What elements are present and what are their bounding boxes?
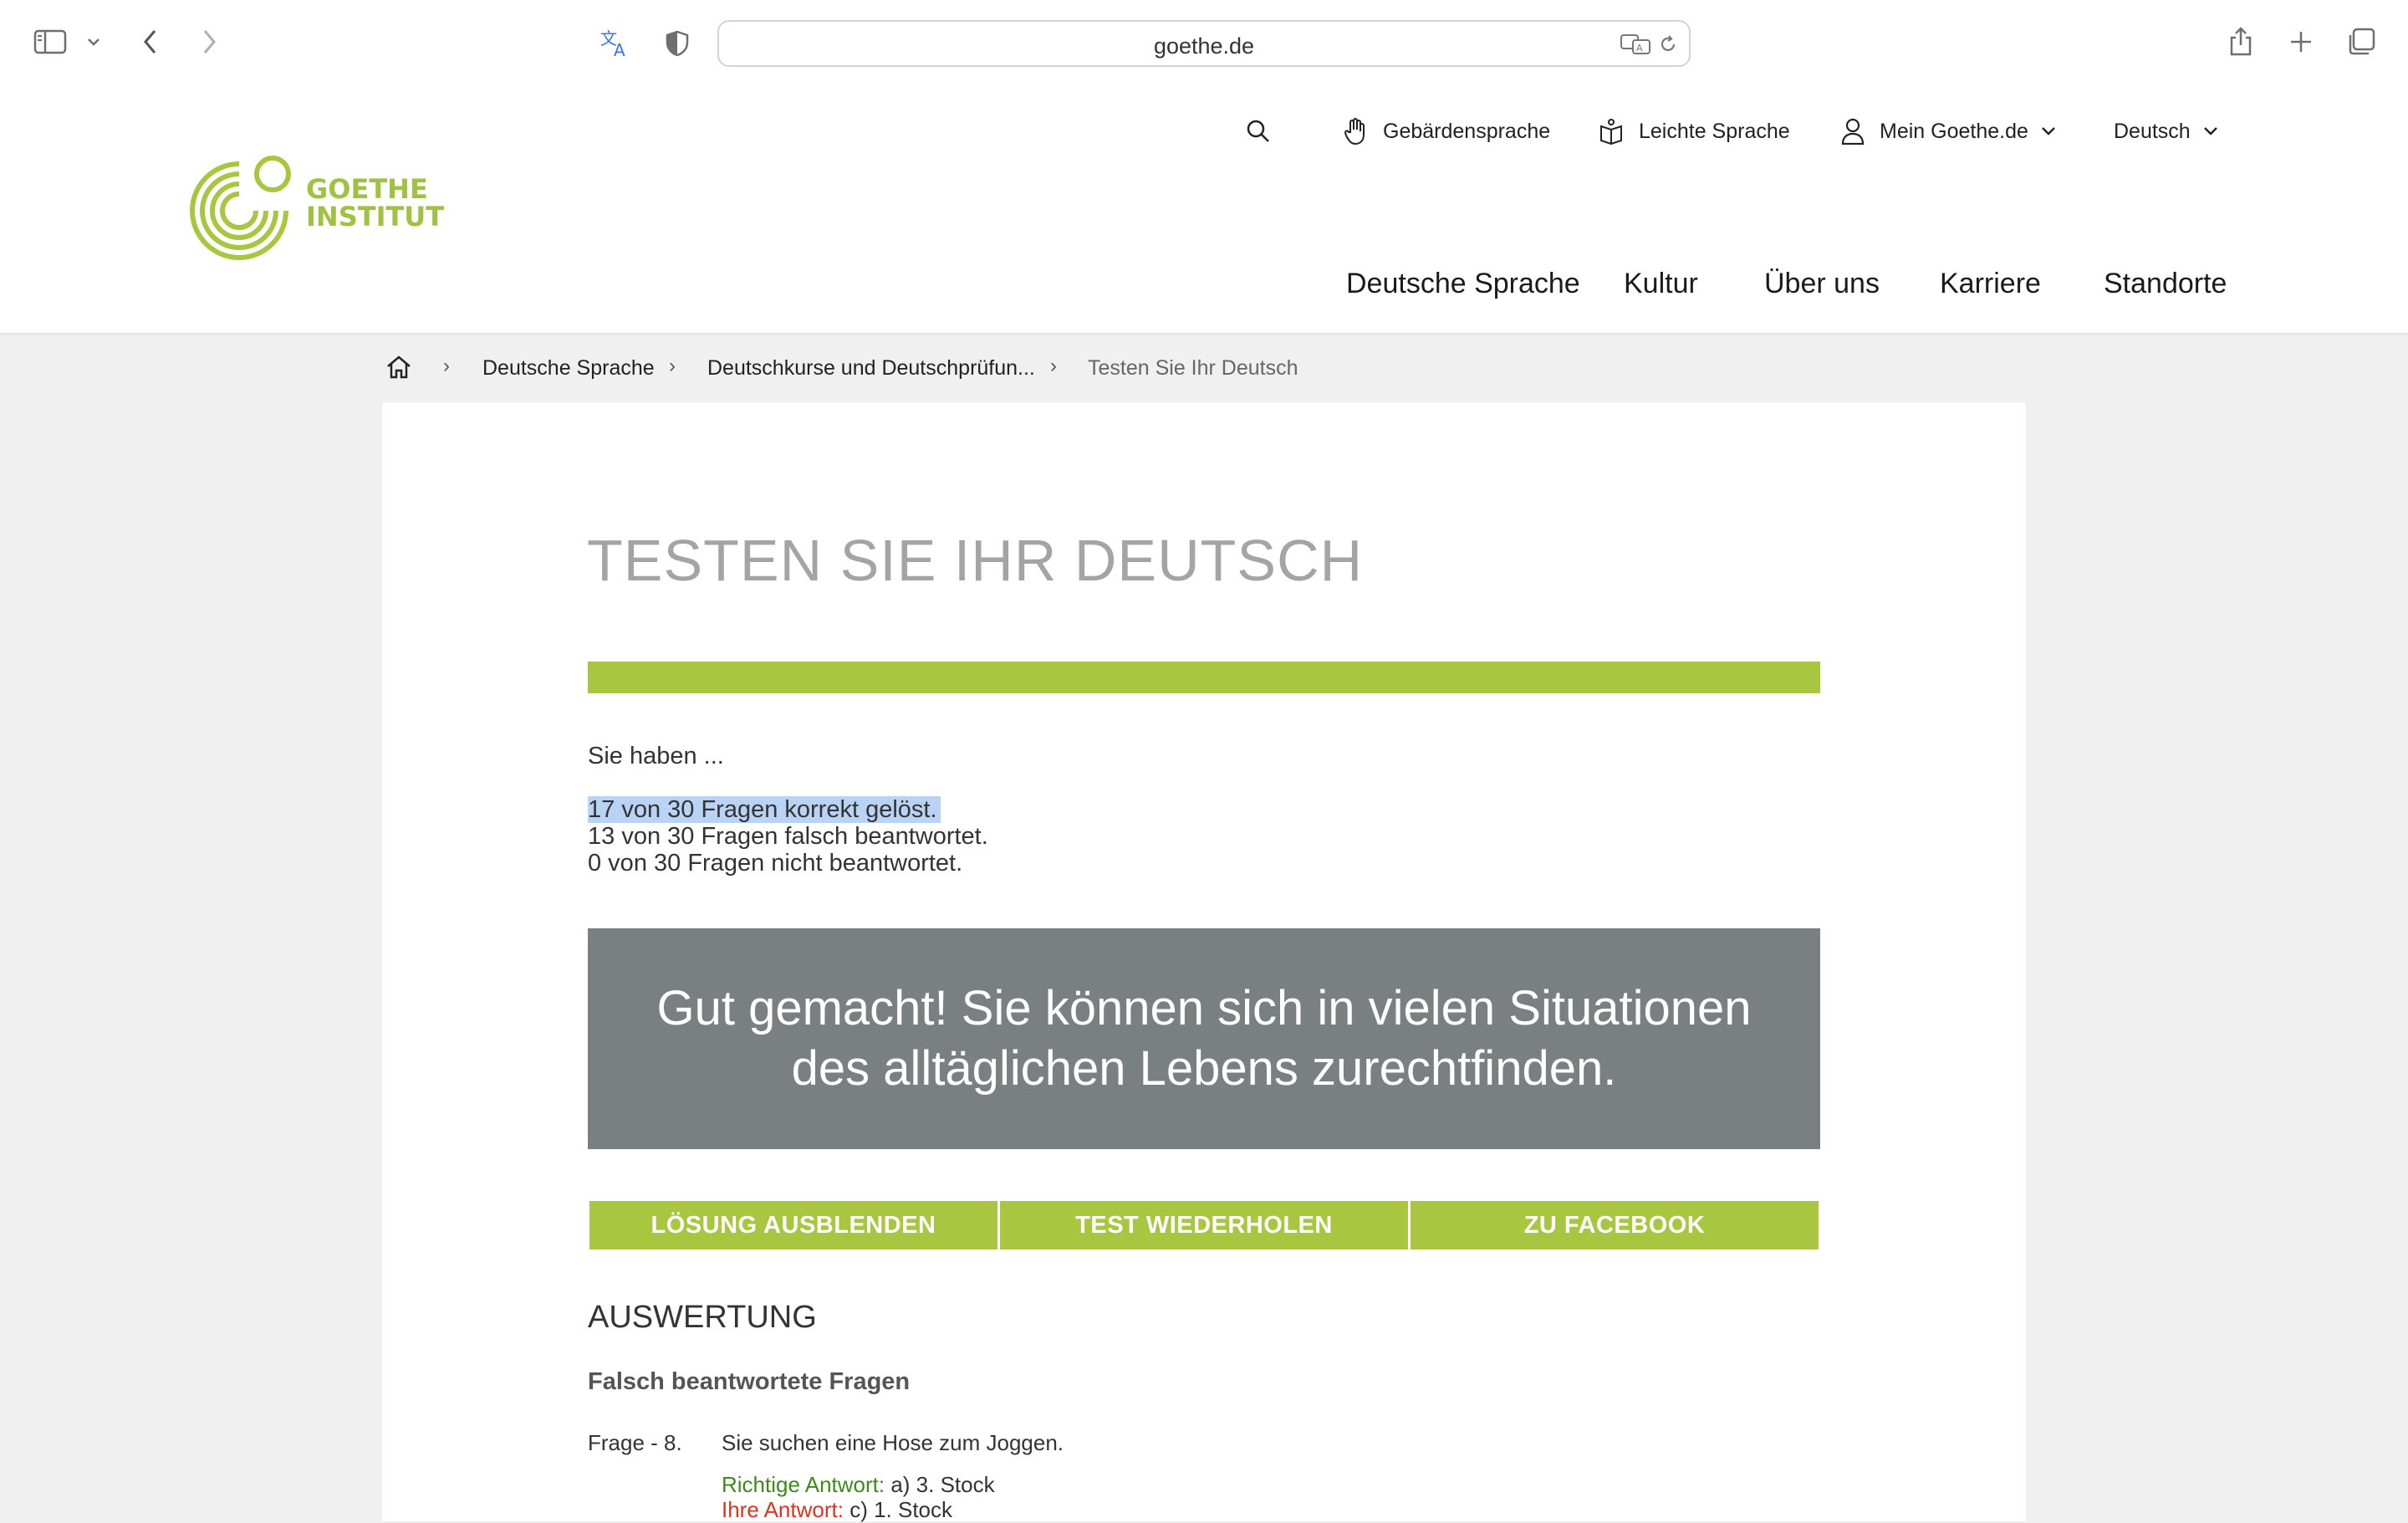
breadcrumb-deutschkurse[interactable]: Deutschkurse und Deutschprüfun... xyxy=(707,356,1035,381)
site-header: GOETHE INSTITUT Gebärdensprache Leichte … xyxy=(0,84,2408,335)
correct-answer-value: a) 3. Stock xyxy=(890,1472,995,1497)
home-icon[interactable] xyxy=(385,353,413,381)
nav-ueber-uns[interactable]: Über uns xyxy=(1764,268,1880,300)
hand-icon xyxy=(1344,118,1365,146)
logo-line-2: INSTITUT xyxy=(306,201,445,233)
language-label: Deutsch xyxy=(2114,119,2191,143)
svg-text:A: A xyxy=(1636,43,1643,54)
chevron-down-icon xyxy=(2042,127,2055,135)
hide-solution-button[interactable]: LÖSUNG AUSBLENDEN xyxy=(589,1201,997,1250)
reload-icon[interactable] xyxy=(1656,32,1681,57)
search-icon xyxy=(1247,120,1269,142)
chevron-down-icon[interactable] xyxy=(84,32,104,52)
result-unanswered: 0 von 30 Fragen nicht beantwortet. xyxy=(588,850,963,876)
your-answer-value: c) 1. Stock xyxy=(849,1497,953,1522)
breadcrumb: › Deutsche Sprache › Deutschkurse und De… xyxy=(0,335,2408,401)
search-button[interactable] xyxy=(1246,110,1286,152)
svg-text:A: A xyxy=(614,40,625,59)
your-answer: Ihre Antwort: c) 1. Stock xyxy=(722,1497,952,1523)
url-text: goethe.de xyxy=(1153,33,1255,59)
breadcrumb-separator: › xyxy=(1050,355,1057,377)
result-correct-text: 17 von 30 Fragen korrekt gelöst. xyxy=(588,796,941,823)
chevron-down-icon xyxy=(2203,127,2217,135)
breadcrumb-current: Testen Sie Ihr Deutsch xyxy=(1088,356,1298,380)
browser-toolbar: 文A goethe.de A xyxy=(0,0,2408,84)
address-bar[interactable]: goethe.de A xyxy=(717,20,1691,67)
evaluation-heading: AUSWERTUNG xyxy=(588,1300,817,1335)
translate-icon[interactable]: 文A xyxy=(597,27,634,60)
back-icon[interactable] xyxy=(137,25,164,59)
user-icon xyxy=(1841,118,1865,145)
breadcrumb-separator: › xyxy=(669,355,676,377)
privacy-shield-icon[interactable] xyxy=(662,27,692,60)
breadcrumb-deutsche-sprache[interactable]: Deutsche Sprache xyxy=(482,356,655,381)
new-tab-icon[interactable] xyxy=(2286,27,2316,57)
correct-answer-label: Richtige Antwort: xyxy=(722,1472,885,1497)
breadcrumb-separator: › xyxy=(443,355,450,377)
goethe-logo-icon xyxy=(190,156,291,260)
nav-kultur[interactable]: Kultur xyxy=(1624,268,1698,300)
sign-language-link[interactable]: Gebärdensprache xyxy=(1343,110,1550,152)
page-translate-icon[interactable]: A xyxy=(1619,30,1652,59)
result-intro: Sie haben ... xyxy=(588,743,724,769)
facebook-button[interactable]: ZU FACEBOOK xyxy=(1411,1201,1819,1250)
correct-answer: Richtige Antwort: a) 3. Stock xyxy=(722,1472,995,1498)
goethe-logo[interactable]: GOETHE INSTITUT xyxy=(186,152,444,261)
progress-bar xyxy=(588,662,1820,693)
question-number: Frage - 8. xyxy=(588,1430,682,1455)
nav-karriere[interactable]: Karriere xyxy=(1940,268,2041,300)
book-icon xyxy=(1600,119,1622,145)
easy-language-label: Leichte Sprache xyxy=(1639,119,1790,143)
sign-language-label: Gebärdensprache xyxy=(1383,119,1551,143)
result-correct: 17 von 30 Fragen korrekt gelöst. xyxy=(588,796,941,824)
page-title: TESTEN SIE IHR DEUTSCH xyxy=(587,528,1364,593)
tab-overview-icon[interactable] xyxy=(2344,25,2378,59)
question-text: Sie suchen eine Hose zum Joggen. xyxy=(722,1430,1064,1455)
nav-deutsche-sprache[interactable]: Deutsche Sprache xyxy=(1346,268,1580,300)
nav-standorte[interactable]: Standorte xyxy=(2104,268,2227,300)
easy-language-link[interactable]: Leichte Sprache xyxy=(1599,110,1790,152)
forward-icon[interactable] xyxy=(196,25,222,59)
language-selector[interactable]: Deutsch xyxy=(2114,110,2219,152)
account-menu[interactable]: Mein Goethe.de xyxy=(1841,110,2057,152)
repeat-test-button[interactable]: TEST WIEDERHOLEN xyxy=(1000,1201,1408,1250)
logo-wordmark: GOETHE INSTITUT xyxy=(306,176,444,231)
feedback-message: Gut gemacht! Sie können sich in vielen S… xyxy=(588,928,1820,1149)
share-icon[interactable] xyxy=(2226,23,2256,60)
logo-line-1: GOETHE xyxy=(306,173,428,205)
wrong-answers-heading: Falsch beantwortete Fragen xyxy=(588,1368,911,1395)
result-wrong: 13 von 30 Fragen falsch beantwortet. xyxy=(588,823,988,850)
your-answer-label: Ihre Antwort: xyxy=(722,1497,844,1522)
account-label: Mein Goethe.de xyxy=(1880,119,2028,143)
sidebar-toggle-icon[interactable] xyxy=(32,25,69,59)
